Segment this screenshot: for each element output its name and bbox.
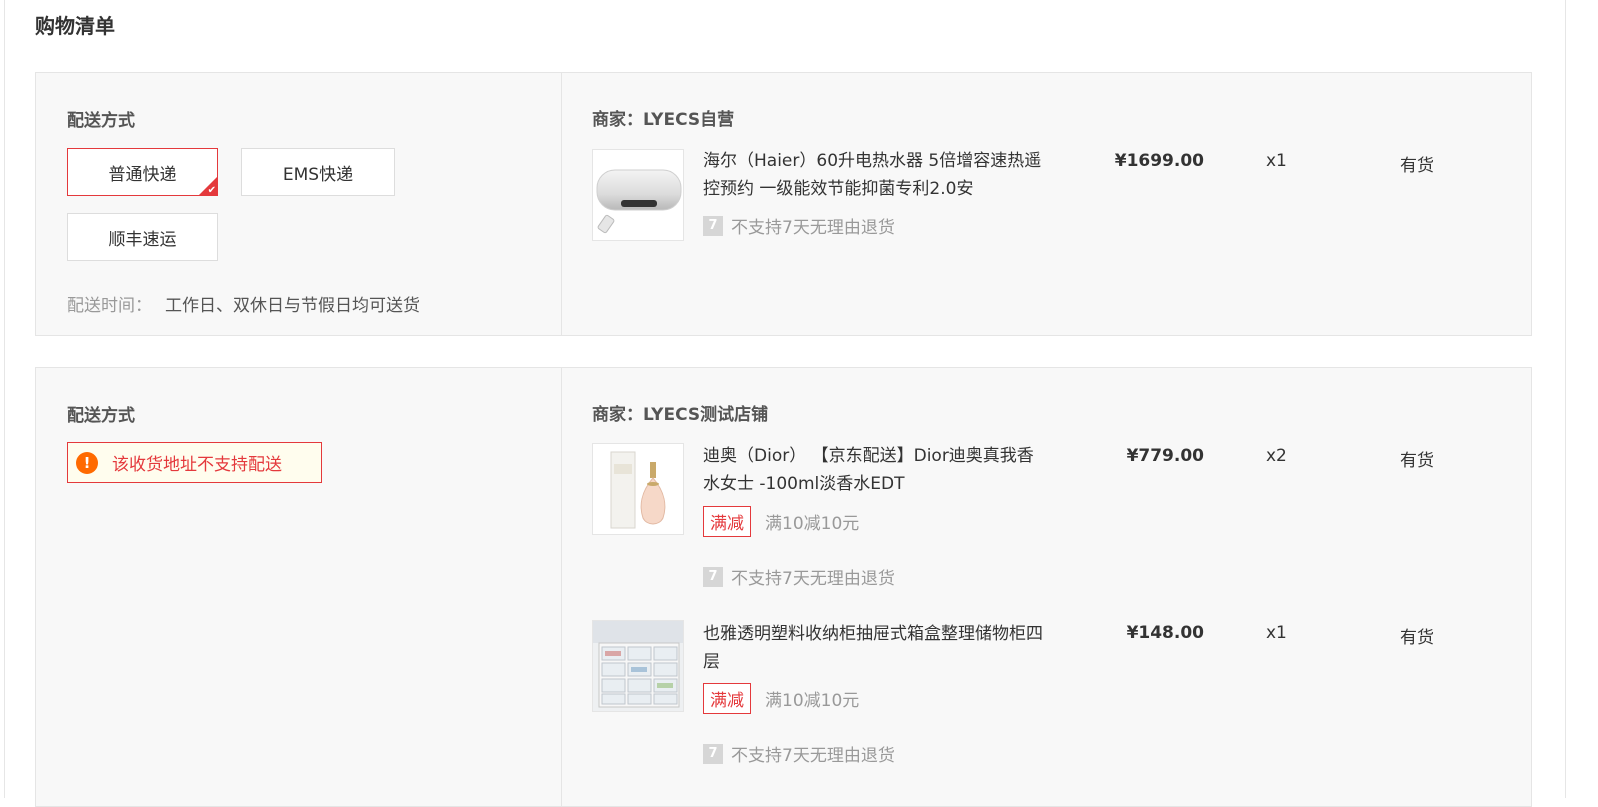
product-image-storage-cabinet[interactable] <box>592 620 684 712</box>
stock-status: 有货 <box>1400 156 1434 176</box>
promotion-text: 满10减10元 <box>765 514 860 534</box>
order-group-self-operated: 配送方式 普通快递 ✔ EMS快递 顺丰速运 配送时间： 工作日、双休日与节假日… <box>35 72 1532 336</box>
check-icon: ✔ <box>207 185 216 196</box>
right-border <box>1565 0 1566 798</box>
shipping-method-label: 配送方式 <box>67 406 135 426</box>
product-quantity: x2 <box>1266 446 1287 466</box>
page-title: 购物清单 <box>35 14 115 38</box>
seven-day-return-icon: 7 <box>703 566 723 587</box>
shipping-option-standard-button[interactable]: 普通快递 ✔ <box>67 148 218 196</box>
return-policy-text: 不支持7天无理由退货 <box>731 746 895 766</box>
product-quantity: x1 <box>1266 151 1287 171</box>
product-name-link[interactable]: 海尔（Haier）60升电热水器 5倍增容速热遥控预约 一级能效节能抑菌专利2.… <box>703 147 1043 203</box>
delivery-time-label: 配送时间： <box>67 296 152 316</box>
shipping-option-label: EMS快递 <box>282 164 354 185</box>
stock-status: 有货 <box>1400 628 1434 648</box>
shipping-option-label: 顺丰速运 <box>108 229 177 250</box>
shipping-option-label: 普通快递 <box>108 164 177 185</box>
return-policy-text: 不支持7天无理由退货 <box>731 218 895 238</box>
promotion-tag: 满减 <box>703 506 751 537</box>
delivery-time-value: 工作日、双休日与节假日均可送货 <box>165 296 420 316</box>
warning-icon: ! <box>76 451 98 474</box>
product-name-link[interactable]: 也雅透明塑料收纳柜抽屉式箱盒整理储物柜四层 <box>703 620 1043 676</box>
left-border <box>4 0 5 798</box>
promotion-tag: 满减 <box>703 683 751 714</box>
column-divider <box>561 368 562 806</box>
return-policy: 7 不支持7天无理由退货 <box>703 741 895 766</box>
product-price: ¥779.00 <box>1126 446 1204 466</box>
promotion-text: 满10减10元 <box>765 691 860 711</box>
seven-day-return-icon: 7 <box>703 215 723 236</box>
merchant-name: 商家：LYECS测试店铺 <box>592 405 769 425</box>
product-price: ¥1699.00 <box>1114 151 1204 171</box>
return-policy: 7 不支持7天无理由退货 <box>703 213 895 238</box>
seven-day-return-icon: 7 <box>703 743 723 764</box>
product-image-perfume[interactable] <box>592 443 684 535</box>
order-group-test-shop: 配送方式 ! 该收货地址不支持配送 商家：LYECS测试店铺 迪奥（Dior） … <box>35 367 1532 807</box>
return-policy-text: 不支持7天无理由退货 <box>731 569 895 589</box>
promotion-row: 满减 满10减10元 <box>703 683 859 714</box>
return-policy: 7 不支持7天无理由退货 <box>703 564 895 589</box>
shopping-list-page: 购物清单 配送方式 普通快递 ✔ EMS快递 顺丰速运 配送时间： 工作日、双休… <box>0 0 1598 807</box>
shipping-option-sf-button[interactable]: 顺丰速运 <box>67 213 218 261</box>
stock-status: 有货 <box>1400 451 1434 471</box>
promotion-row: 满减 满10减10元 <box>703 506 859 537</box>
product-quantity: x1 <box>1266 623 1287 643</box>
delivery-unsupported-warning: ! 该收货地址不支持配送 <box>67 442 322 483</box>
shipping-option-ems-button[interactable]: EMS快递 <box>241 148 395 196</box>
merchant-name: 商家：LYECS自营 <box>592 110 735 130</box>
shipping-method-label: 配送方式 <box>67 111 135 131</box>
product-price: ¥148.00 <box>1126 623 1204 643</box>
product-image-water-heater[interactable] <box>592 149 684 241</box>
column-divider <box>561 73 562 335</box>
product-name-link[interactable]: 迪奥（Dior） 【京东配送】Dior迪奥真我香水女士 -100ml淡香水EDT <box>703 442 1043 498</box>
warning-text: 该收货地址不支持配送 <box>112 455 282 475</box>
